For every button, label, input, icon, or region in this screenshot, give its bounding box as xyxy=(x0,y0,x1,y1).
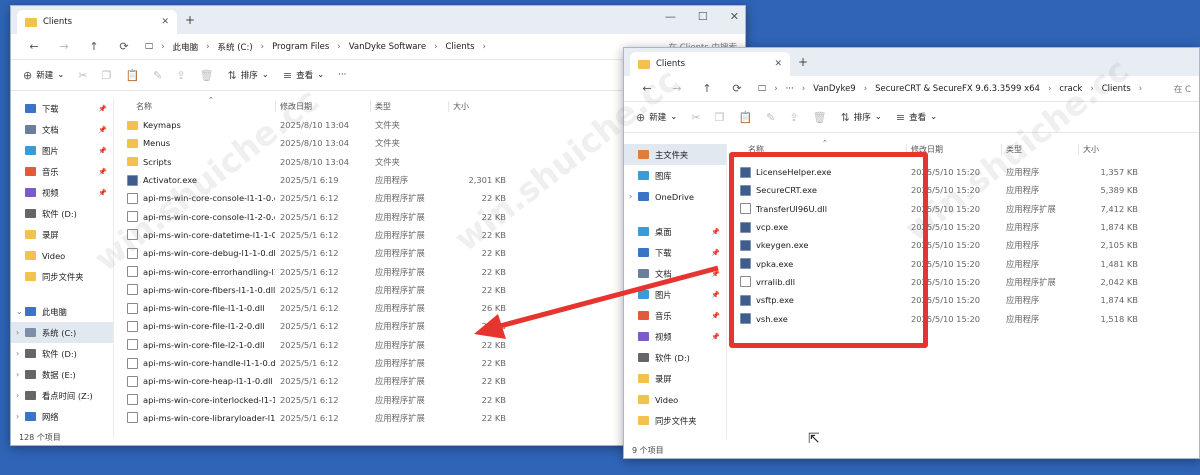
arrow-shaft xyxy=(499,265,719,329)
red-arrow-annotation xyxy=(474,265,719,339)
mouse-cursor-icon: ⇱ xyxy=(808,431,820,447)
arrow-head xyxy=(474,314,506,339)
